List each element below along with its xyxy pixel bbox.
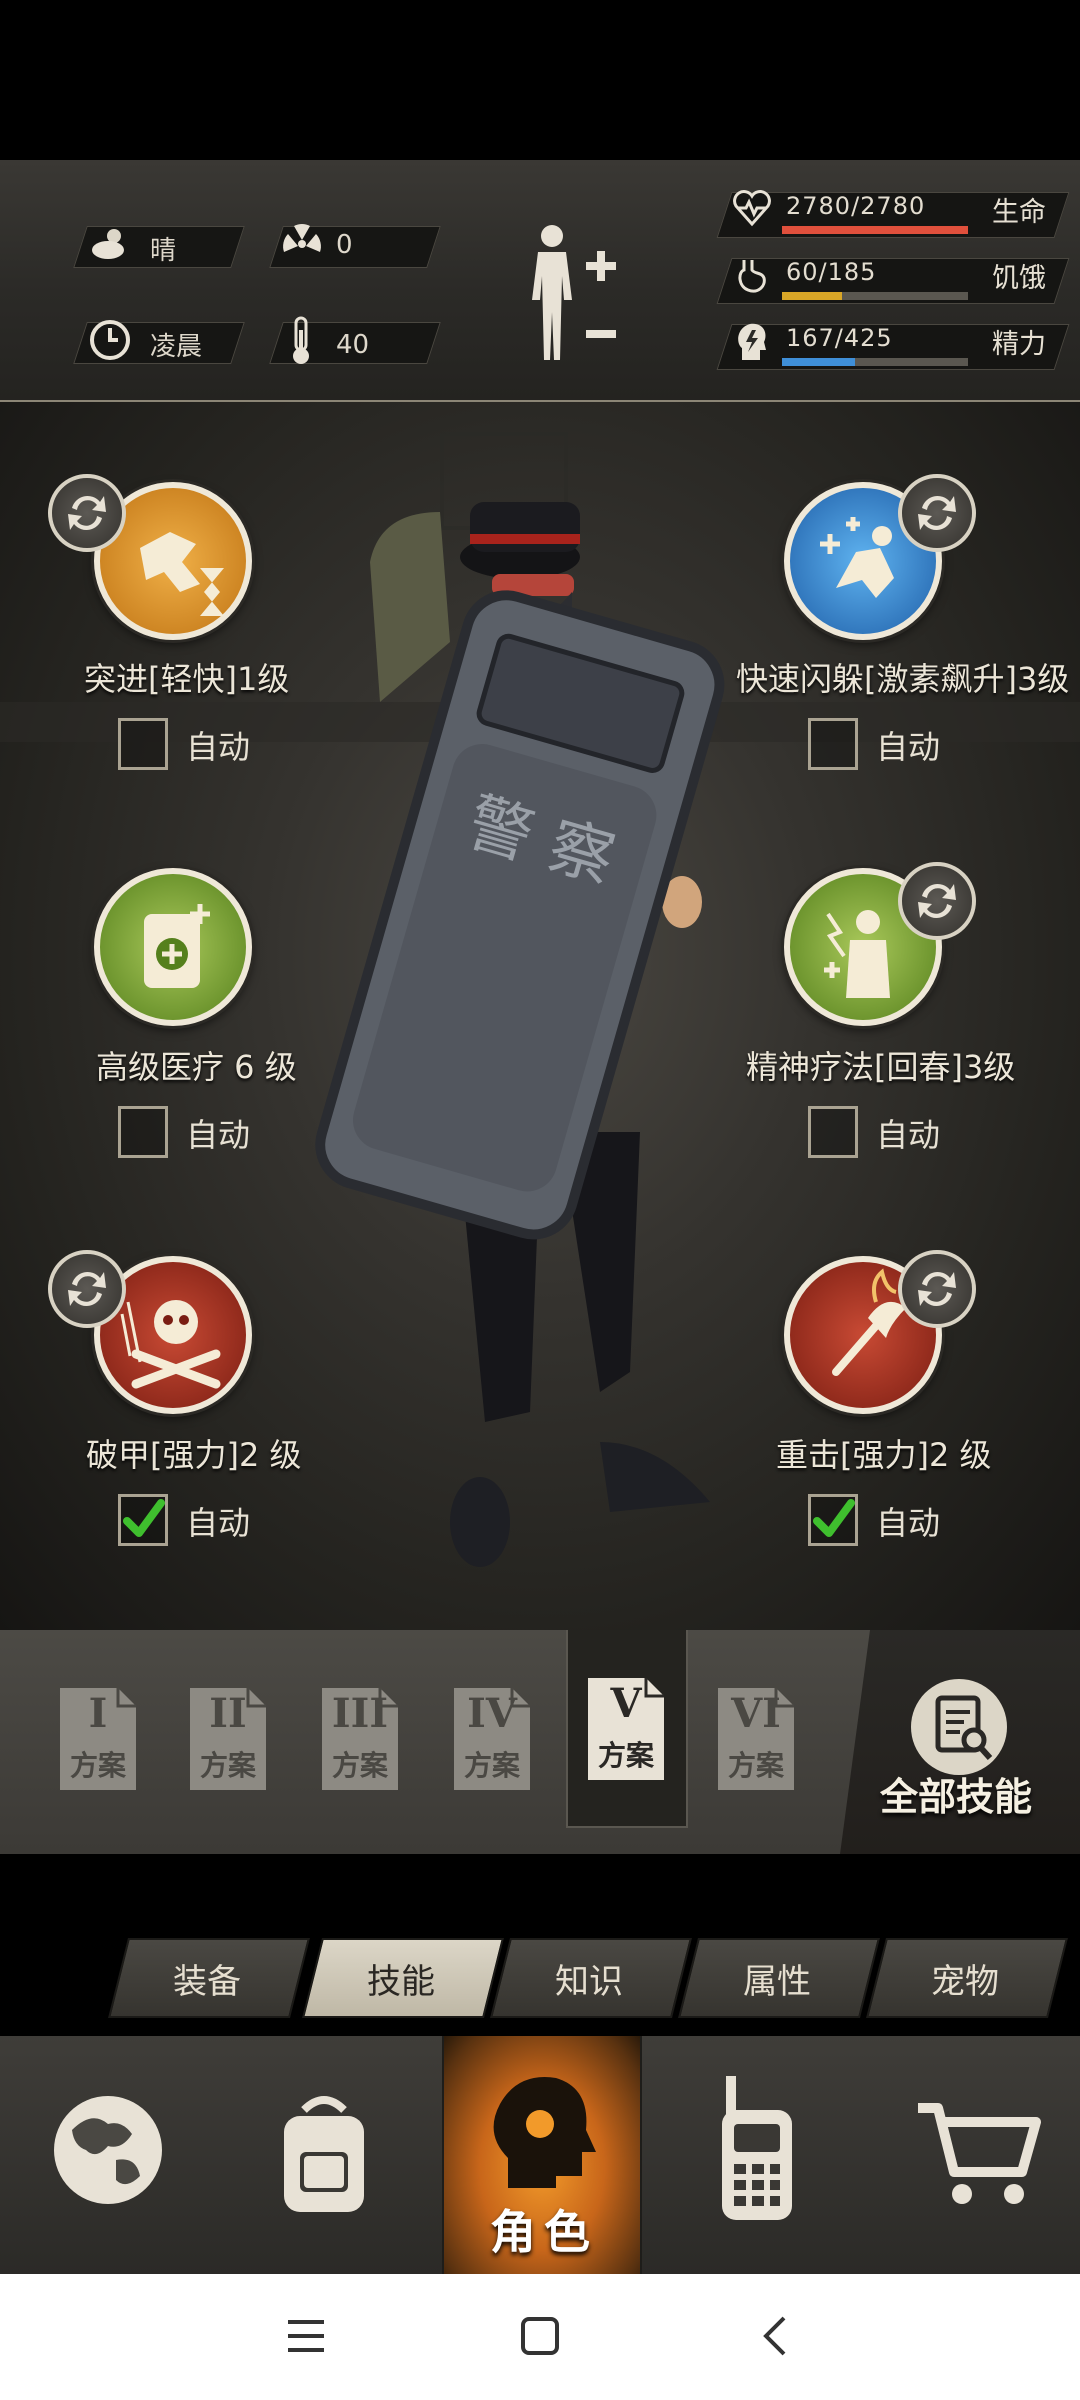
skill-2-name: 快速闪躲[激素飙升]3级 <box>736 660 1070 698</box>
skill-1-auto-label: 自动 <box>186 728 251 766</box>
energy-head-icon <box>734 320 770 368</box>
health-bar-fill <box>782 226 968 234</box>
skill-3-name: 高级医疗 6 级 <box>96 1048 297 1086</box>
skill-3-auto-checkbox[interactable] <box>118 1106 168 1158</box>
skill-2-auto-checkbox[interactable] <box>808 718 858 770</box>
plan-label: 方案 <box>727 1749 784 1782</box>
plan-6-button[interactable]: VI 方案 <box>714 1682 798 1800</box>
clock-icon <box>88 318 132 362</box>
character-figure: 警 察 <box>310 442 740 1576</box>
plan-2-button[interactable]: II 方案 <box>186 1682 270 1800</box>
skill-3-icon[interactable] <box>94 868 252 1026</box>
skill-2-auto-label: 自动 <box>876 728 941 766</box>
nav-role-label: 角色 <box>490 2205 598 2259</box>
all-skills-label: 全部技能 <box>880 1775 1033 1819</box>
skill-4-name: 精神疗法[回春]3级 <box>746 1048 1016 1086</box>
skill-6-auto-label: 自动 <box>876 1504 941 1542</box>
plan-numeral: III <box>331 1690 389 1737</box>
skill-6-auto-checkbox[interactable] <box>808 1494 858 1546</box>
check-mark-icon <box>123 1499 165 1537</box>
android-navigation-bar <box>0 2274 1080 2400</box>
plan-numeral: II <box>209 1690 247 1737</box>
walkie-talkie-icon[interactable] <box>712 2076 802 2230</box>
skill-4-auto-checkbox[interactable] <box>808 1106 858 1158</box>
tab-label: 技能 <box>367 1962 435 2002</box>
plan-5-button[interactable]: V 方案 <box>584 1672 668 1790</box>
shopping-cart-icon[interactable] <box>914 2100 1044 2214</box>
character-head-icon[interactable] <box>478 2068 608 2202</box>
hunger-label: 饥饿 <box>992 263 1046 294</box>
energy-bar <box>782 358 968 366</box>
plan-4-button[interactable]: IV 方案 <box>450 1682 534 1800</box>
hunger-bar-fill <box>782 292 843 300</box>
time-label: 凌晨 <box>150 332 203 362</box>
thermometer-icon <box>286 316 316 366</box>
energy-label: 精力 <box>992 329 1046 360</box>
tab-label: 装备 <box>173 1962 241 2002</box>
skill-6-swap-icon[interactable] <box>898 1250 976 1328</box>
plan-label: 方案 <box>597 1739 654 1772</box>
plan-label: 方案 <box>331 1749 388 1782</box>
stomach-icon <box>734 256 770 300</box>
energy-bar-fill <box>782 358 856 366</box>
tab-label: 属性 <box>743 1962 811 2002</box>
plan-numeral: IV <box>467 1690 517 1737</box>
all-skills-button[interactable]: 全部技能 <box>840 1630 1080 1854</box>
plan-numeral: I <box>88 1690 108 1737</box>
nav-divider <box>640 2036 642 2274</box>
nav-divider <box>442 2036 444 2274</box>
skill-3-auto-label: 自动 <box>186 1116 251 1154</box>
backpack-icon[interactable] <box>268 2090 380 2224</box>
radiation-icon <box>280 222 324 266</box>
skill-5-auto-checkbox[interactable] <box>118 1494 168 1546</box>
weather-cloud-icon <box>88 222 132 266</box>
hunger-bar <box>782 292 968 300</box>
menu-icon[interactable] <box>286 2316 326 2360</box>
skill-1-swap-icon[interactable] <box>48 474 126 552</box>
energy-value: 167/425 <box>786 324 893 352</box>
home-icon[interactable] <box>520 2316 560 2360</box>
plan-label: 方案 <box>463 1749 520 1782</box>
skill-2-swap-icon[interactable] <box>898 474 976 552</box>
character-stage: 警 察 突进[轻快]1级 自动 快速闪躲[激素飙升]3级 自动 高级医疗 6 级… <box>0 402 1080 1630</box>
skill-5-auto-label: 自动 <box>186 1504 251 1542</box>
skill-plan-bar: 全部技能 I 方案 II 方案 III 方案 IV 方案 V 方案 VI 方案 <box>0 1630 1080 1854</box>
health-value: 2780/2780 <box>786 192 926 220</box>
radiation-value: 0 <box>336 230 353 260</box>
skill-5-swap-icon[interactable] <box>48 1250 126 1328</box>
check-mark-icon <box>813 1499 855 1537</box>
tab-label: 知识 <box>555 1962 623 2002</box>
back-icon[interactable] <box>756 2316 796 2360</box>
skill-1-name: 突进[轻快]1级 <box>84 660 290 698</box>
hunger-value: 60/185 <box>786 258 877 286</box>
health-bar <box>782 226 968 234</box>
skill-4-swap-icon[interactable] <box>898 862 976 940</box>
skill-1-auto-checkbox[interactable] <box>118 718 168 770</box>
plan-1-button[interactable]: I 方案 <box>56 1682 140 1800</box>
skill-6-name: 重击[强力]2 级 <box>776 1436 992 1474</box>
globe-icon[interactable] <box>52 2090 164 2224</box>
plan-numeral: VI <box>731 1690 781 1737</box>
weather-label: 晴 <box>150 236 177 266</box>
tab-label: 宠物 <box>931 1962 999 2002</box>
plan-label: 方案 <box>69 1749 126 1782</box>
heart-rate-icon <box>732 188 772 232</box>
plan-label: 方案 <box>199 1749 256 1782</box>
skill-4-auto-label: 自动 <box>876 1116 941 1154</box>
health-label: 生命 <box>992 197 1046 228</box>
body-status-icon[interactable] <box>520 220 620 374</box>
plan-3-button[interactable]: III 方案 <box>318 1682 402 1800</box>
skill-5-name: 破甲[强力]2 级 <box>86 1436 302 1474</box>
status-panel: 晴 0 凌晨 40 2780/2780 生命 60/185 饥饿 167/425… <box>0 160 1080 402</box>
temperature-value: 40 <box>336 330 370 360</box>
plan-numeral: V <box>610 1680 642 1727</box>
